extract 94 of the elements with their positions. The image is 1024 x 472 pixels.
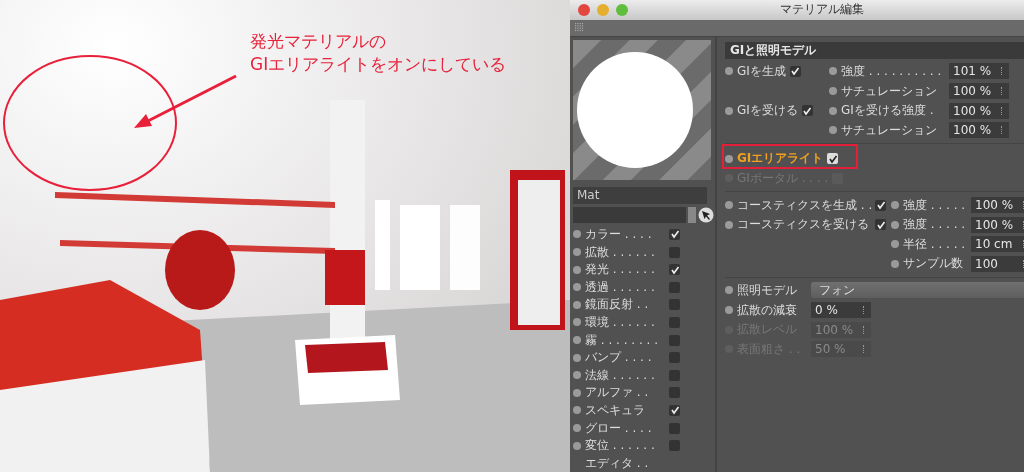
option-label: GIを受ける [737,102,798,120]
parameter-label: 強度 . . . . . . . . . . [841,63,943,80]
number-field[interactable]: 100 % [949,122,1009,139]
keyframe-dot-icon[interactable] [573,406,581,415]
parameter-label: 強度 . . . . . [903,216,967,234]
channel-label[interactable]: エディタ . . [585,454,665,472]
channel-label[interactable]: 環境 . . . . . . [585,313,665,331]
keyframe-dot-icon[interactable] [725,201,733,210]
number-field[interactable]: 100 % [949,83,1009,100]
keyframe-dot-icon[interactable] [725,67,733,76]
close-button[interactable] [578,3,590,16]
checkbox[interactable] [669,246,680,258]
keyframe-dot-icon[interactable] [891,240,899,249]
lighting-model-dropdown[interactable]: フォン [811,282,1024,299]
keyframe-dot-icon[interactable] [725,106,733,115]
checkbox[interactable] [875,219,886,231]
checkbox[interactable] [789,66,801,77]
section-header: GIと照明モデル [725,41,1024,59]
number-field[interactable]: 100 % [971,216,1024,233]
channel-label[interactable]: 拡散 . . . . . . [585,243,665,261]
checkbox[interactable] [669,352,680,364]
keyframe-dot-icon[interactable] [725,306,733,314]
checkbox[interactable] [669,299,680,311]
channel-label[interactable]: カラー . . . . [585,226,665,243]
parameter-label: 半径 . . . . . [903,235,967,253]
zoom-button[interactable] [616,3,628,16]
checkbox[interactable] [669,281,680,293]
window-title: マテリアル編集 [780,1,864,19]
keyframe-dot-icon[interactable] [573,265,581,274]
channel-label[interactable]: 変位 . . . . . . [585,437,665,455]
channel-label[interactable]: スペキュラ [585,401,665,419]
option-label: GIを生成 [737,63,786,80]
channel-label[interactable]: アルファ . . [585,384,665,402]
keyframe-dot-icon[interactable] [725,286,733,295]
checkbox[interactable] [801,105,813,117]
option-label: GIエリアライト [737,150,824,168]
checkbox[interactable] [669,440,680,452]
checkbox[interactable] [875,199,886,211]
keyframe-dot-icon[interactable] [573,353,581,362]
keyframe-dot-icon[interactable] [573,336,581,345]
number-field[interactable]: 101 % [949,63,1009,80]
keyframe-dot-icon[interactable] [829,67,837,76]
channel-label[interactable]: バンプ . . . . [585,349,665,367]
keyframe-dot-icon[interactable] [573,230,581,239]
number-field[interactable]: 100 [971,255,1024,272]
keyframe-dot-icon[interactable] [573,371,581,380]
channel-label[interactable]: 霧 . . . . . . . . [585,331,665,349]
keyframe-dot-icon[interactable] [891,220,899,229]
keyframe-dot-icon[interactable] [891,201,899,210]
keyframe-dot-icon[interactable] [725,154,733,163]
checkbox[interactable] [669,316,680,328]
keyframe-dot-icon[interactable] [573,424,581,432]
parameter-label: サチュレーション [841,121,938,139]
material-name-field[interactable]: Mat [573,186,707,204]
channel-label[interactable]: 透過 . . . . . . [585,278,665,296]
parameter-label: サチュレーション [841,82,938,100]
option-label: コースティクスを生成 . . [737,196,871,214]
keyframe-dot-icon[interactable] [573,318,581,327]
parameter-label: 強度 . . . . . [903,196,967,214]
channel-label[interactable]: グロー . . . . [585,419,665,437]
parameter-label: 拡散の減衰 [737,301,798,319]
checkbox[interactable] [669,229,680,240]
number-field[interactable]: 0 % [811,302,871,318]
keyframe-dot-icon[interactable] [829,126,837,135]
channel-label[interactable]: 鏡面反射 . . [585,296,665,314]
keyframe-dot-icon[interactable] [573,248,581,257]
keyframe-dot-icon[interactable] [829,106,837,115]
parameter-label: サンプル数 [903,255,964,273]
checkbox[interactable] [827,153,839,165]
checkbox[interactable] [669,422,680,434]
minimize-button[interactable] [597,3,609,16]
keyframe-dot-icon[interactable] [573,441,581,450]
keyframe-dot-icon[interactable] [573,388,581,397]
option-label: コースティクスを受ける [737,216,870,234]
keyframe-dot-icon[interactable] [891,259,899,268]
channel-label[interactable]: 発光 . . . . . . [585,261,665,279]
keyframe-dot-icon[interactable] [829,87,837,96]
number-field[interactable]: 100 % [971,197,1024,214]
checkbox[interactable] [669,264,680,276]
keyframe-dot-icon[interactable] [573,300,581,309]
channel-label[interactable]: 法線 . . . . . . [585,366,665,384]
grip-icon[interactable] [575,23,584,33]
checkbox[interactable] [669,387,680,399]
parameter-label: GIを受ける強度 . [841,102,935,120]
checkbox[interactable] [669,369,680,381]
annotation-text: 発光マテリアルの GIエリアライトをオンにしている [250,30,507,76]
keyframe-dot-icon[interactable] [725,220,733,229]
number-field[interactable]: 100 % [949,102,1009,119]
number-field[interactable]: 10 cm [971,236,1024,253]
checkbox[interactable] [669,404,680,416]
pointer-icon[interactable] [698,206,714,223]
parameter-label: 照明モデル [737,281,798,299]
checkbox[interactable] [669,334,680,346]
keyframe-dot-icon[interactable] [573,283,581,292]
